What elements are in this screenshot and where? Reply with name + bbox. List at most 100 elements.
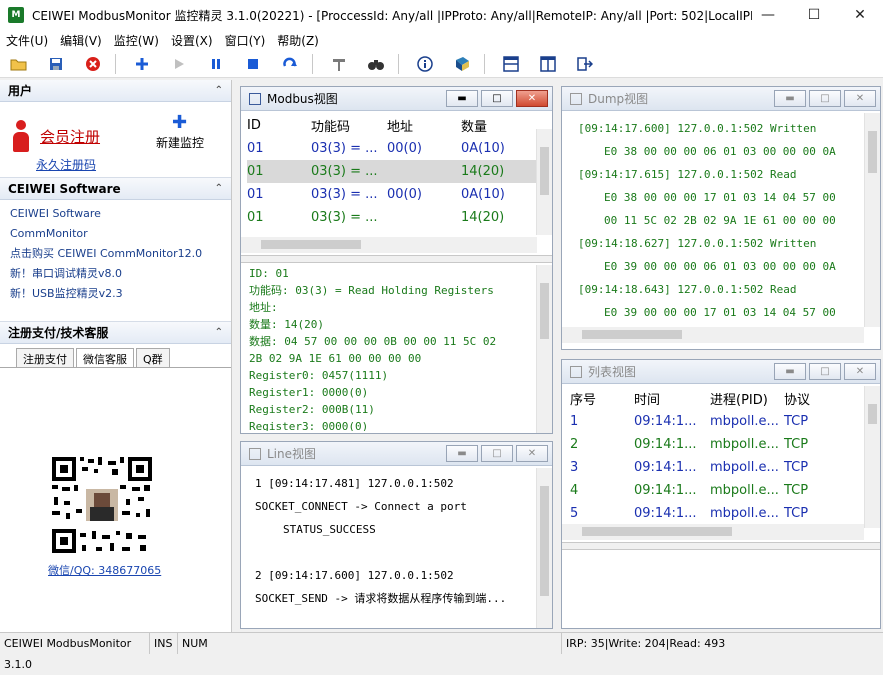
panel-minimize-button[interactable]: ▬ [774, 90, 806, 107]
layout-horizontal-icon[interactable] [500, 53, 522, 75]
horizontal-scrollbar[interactable] [562, 327, 864, 343]
cell-no: 5 [570, 506, 579, 521]
detail-line: 数据: 04 57 00 00 00 0B 00 00 11 5C 02 [249, 335, 497, 348]
menu-settings[interactable]: 设置(X) [165, 32, 219, 49]
new-monitor-button[interactable]: 新建监控 [156, 134, 204, 151]
cell-time: 09:14:1... [634, 460, 697, 475]
user-section-header[interactable]: 用户 ⌃ [0, 80, 231, 102]
software-link[interactable]: CommMonitor [10, 224, 221, 244]
software-link[interactable]: 点击购买 CEIWEI CommMonitor12.0 [10, 244, 221, 264]
toolbar-separator [398, 53, 399, 74]
close-button[interactable]: ✕ [837, 0, 883, 30]
table-row[interactable]: 01 03(3) = ... 14(20) [247, 206, 537, 229]
stop-icon[interactable] [242, 53, 264, 75]
column-header-addr[interactable]: 地址 [387, 113, 461, 137]
save-icon[interactable] [45, 53, 67, 75]
table-row[interactable]: 01 03(3) = ... 00(0) 0A(10) [247, 137, 537, 160]
menu-monitor[interactable]: 监控(W) [108, 32, 165, 49]
vertical-scrollbar[interactable] [864, 113, 880, 327]
column-header-func[interactable]: 功能码 [311, 113, 387, 137]
column-header-proto[interactable]: 协议 [784, 386, 860, 410]
layout-vertical-icon[interactable] [537, 53, 559, 75]
panel-close-button[interactable]: ✕ [516, 445, 548, 462]
table-row[interactable]: 2 09:14:1... mbpoll.e... TCP [570, 433, 860, 456]
column-header-proc[interactable]: 进程(PID) [710, 386, 784, 410]
line-list: 1 [09:14:17.481] 127.0.0.1:502 SOCKET_CON… [255, 472, 535, 626]
menu-help[interactable]: 帮助(Z) [271, 32, 325, 49]
pause-icon[interactable] [205, 53, 227, 75]
column-header-time[interactable]: 时间 [634, 386, 710, 410]
member-register-link[interactable]: 会员注册 [40, 126, 100, 147]
line-entry: 2 [09:14:17.600] 127.0.0.1:502 [255, 569, 454, 582]
permanent-code-link[interactable]: 永久注册码 [36, 156, 96, 173]
tab-wechat-service[interactable]: 微信客服 [76, 348, 134, 367]
book-icon[interactable] [451, 53, 473, 75]
cell-no: 1 [570, 414, 579, 429]
tab-qq-group[interactable]: Q群 [136, 348, 170, 367]
wechat-qq-link[interactable]: 微信/QQ: 348677065 [48, 562, 161, 578]
menu-edit[interactable]: 编辑(V) [54, 32, 108, 49]
open-folder-icon[interactable] [8, 53, 30, 75]
minimize-button[interactable]: — [745, 0, 791, 30]
software-link[interactable]: 新！串口调试精灵v8.0 [10, 264, 221, 284]
collapse-icon[interactable]: ⌃ [215, 85, 223, 96]
table-row[interactable]: 1 09:14:1... mbpoll.e... TCP [570, 410, 860, 433]
panel-minimize-button[interactable]: ▬ [446, 445, 478, 462]
play-icon[interactable] [168, 53, 190, 75]
column-header-no[interactable]: 序号 [570, 386, 634, 410]
cell-time: 09:14:1... [634, 414, 697, 429]
table-row[interactable]: 5 09:14:1... mbpoll.e... TCP [570, 502, 860, 524]
software-section-header[interactable]: CEIWEI Software ⌃ [0, 178, 231, 200]
tools-icon[interactable] [328, 53, 350, 75]
line-entry: SOCKET_SEND -> 请求将数据从程序传输到端... [255, 592, 507, 605]
collapse-icon[interactable]: ⌃ [215, 327, 223, 338]
panel-close-button[interactable]: ✕ [844, 90, 876, 107]
software-link[interactable]: CEIWEI Software [10, 204, 221, 224]
panel-maximize-button[interactable]: □ [481, 90, 513, 107]
vertical-scrollbar[interactable] [864, 386, 880, 528]
cell-proc: mbpoll.e... [710, 437, 779, 452]
maximize-button[interactable]: ☐ [791, 0, 837, 30]
add-icon[interactable] [131, 53, 153, 75]
collapse-icon[interactable]: ⌃ [215, 183, 223, 194]
table-row[interactable]: 01 03(3) = ... 00(0) 0A(10) [247, 183, 537, 206]
modbus-table: ID 功能码 地址 数量 01 03(3) = ... 00(0) 0A(10) 01 0… [247, 113, 537, 229]
exit-icon[interactable] [574, 53, 596, 75]
panel-minimize-button[interactable]: ▬ [774, 363, 806, 380]
column-header-id[interactable]: ID [247, 113, 311, 137]
splitter[interactable] [241, 255, 552, 263]
panel-close-button[interactable]: ✕ [844, 363, 876, 380]
software-link[interactable]: 新！USB监控精灵v2.3 [10, 284, 221, 304]
table-row[interactable]: 4 09:14:1... mbpoll.e... TCP [570, 479, 860, 502]
cell-id: 01 [247, 164, 264, 179]
binoculars-icon[interactable] [365, 53, 387, 75]
info-icon[interactable] [414, 53, 436, 75]
menu-file[interactable]: 文件(U) [0, 32, 54, 49]
panel-maximize-button[interactable]: □ [809, 90, 841, 107]
panel-close-button[interactable]: ✕ [516, 90, 548, 107]
plus-icon[interactable]: ✚ [172, 112, 187, 133]
stop-red-icon[interactable] [82, 53, 104, 75]
refresh-icon[interactable] [279, 53, 301, 75]
window-icon [570, 92, 582, 105]
splitter[interactable] [562, 542, 880, 550]
table-row[interactable]: 01 03(3) = ... 14(20) [247, 160, 537, 183]
table-row[interactable]: 3 09:14:1... mbpoll.e... TCP [570, 456, 860, 479]
vertical-scrollbar[interactable] [536, 468, 552, 628]
modbus-details: ID: 01 功能码: 03(3) = Read Holding Register… [249, 265, 529, 431]
horizontal-scrollbar[interactable] [241, 237, 537, 253]
details-scrollbar[interactable] [536, 265, 552, 433]
panel-maximize-button[interactable]: □ [481, 445, 513, 462]
support-section-header[interactable]: 注册支付/技术客服 ⌃ [0, 322, 231, 344]
panel-maximize-button[interactable]: □ [809, 363, 841, 380]
cell-addr [387, 206, 461, 229]
column-header-qty[interactable]: 数量 [461, 113, 537, 137]
dump-line: E0 38 00 00 00 06 01 03 00 00 00 0A [604, 145, 836, 158]
horizontal-scrollbar[interactable] [562, 524, 864, 540]
vertical-scrollbar[interactable] [536, 129, 552, 235]
panel-minimize-button[interactable]: ▬ [446, 90, 478, 107]
menu-window[interactable]: 窗口(Y) [219, 32, 272, 49]
tab-register-pay[interactable]: 注册支付 [16, 348, 74, 367]
cell-qty: 0A(10) [461, 141, 505, 156]
user-section: 会员注册 永久注册码 ✚ 新建监控 [0, 102, 231, 178]
